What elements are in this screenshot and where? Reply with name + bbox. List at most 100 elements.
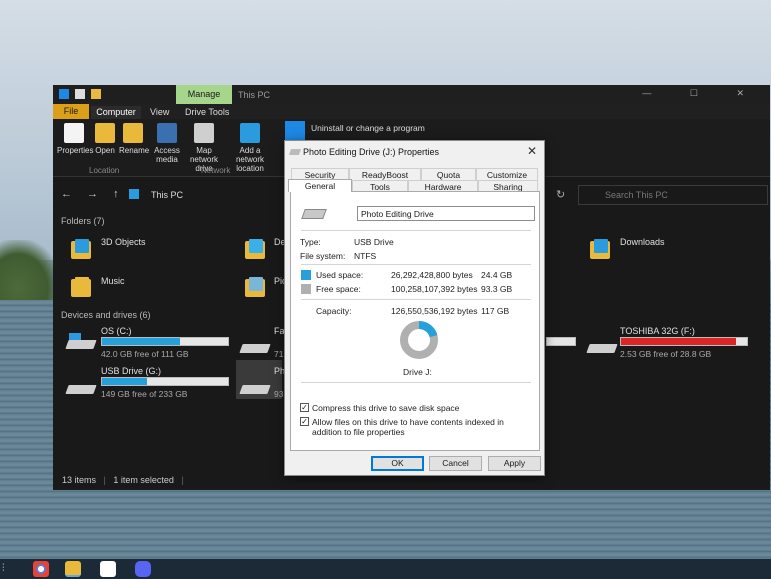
drive-free-space: 93 (274, 389, 284, 399)
group-location-label: Location (89, 166, 120, 175)
tab-drive-tools[interactable]: Drive Tools (185, 106, 229, 119)
rename-button[interactable]: Rename (119, 123, 150, 155)
drive-free-space: 149 GB free of 233 GB (101, 389, 188, 399)
properties-button[interactable]: Properties (57, 123, 94, 155)
folder-icon[interactable] (69, 235, 95, 261)
this-pc-icon (129, 189, 139, 199)
folder-label[interactable]: 3D Objects (101, 237, 146, 247)
divider (301, 230, 531, 231)
music-folder-icon[interactable] (69, 273, 95, 299)
folder-label[interactable]: Music (101, 276, 125, 286)
folder-icon[interactable] (243, 235, 269, 261)
free-space-bytes: 100,258,107,392 bytes (391, 284, 478, 294)
drive-usage-fill (102, 338, 181, 345)
explorer-titlebar[interactable]: Manage This PC — ☐ ✕ (53, 85, 770, 104)
used-space-gb: 24.4 GB (481, 270, 513, 280)
tab-customize[interactable]: Customize (476, 168, 538, 180)
ok-button[interactable]: OK (371, 456, 424, 471)
os-drive-icon[interactable] (65, 333, 97, 351)
folders-header[interactable]: Folders (7) (61, 216, 105, 226)
drive-caption: Drive J: (403, 367, 432, 377)
status-bar: 13 items | 1 item selected | (62, 475, 184, 485)
downloads-folder-icon[interactable] (588, 235, 614, 261)
divider (301, 299, 531, 300)
rename-icon (123, 123, 143, 143)
network-location-icon (240, 123, 260, 143)
access-media-icon (157, 123, 177, 143)
used-space-swatch (301, 270, 311, 280)
free-space-swatch (301, 284, 311, 294)
drive-properties-dialog: Photo Editing Drive (J:) Properties ✕ Se… (284, 140, 545, 476)
photo-drive-icon[interactable] (239, 378, 271, 396)
manage-context-tab[interactable]: Manage (176, 85, 232, 104)
properties-label: Properties (57, 146, 94, 155)
explorer-app-icon (59, 89, 69, 99)
access-media-button[interactable]: Access media (153, 123, 181, 164)
index-label: Allow files on this drive to have conten… (312, 417, 504, 437)
add-network-location-button[interactable]: Add a network location (226, 123, 274, 173)
usb-drive-icon[interactable] (65, 378, 97, 396)
window-controls[interactable]: — ☐ ✕ (642, 88, 762, 99)
drive-name[interactable]: TOSHIBA 32G (F:) (620, 326, 695, 336)
tab-quota[interactable]: Quota (421, 168, 476, 180)
tab-file[interactable]: File (53, 104, 89, 119)
drive-usage-bar (101, 337, 229, 346)
drive-free-space: 71 (274, 349, 284, 359)
drive-usage-fill (621, 338, 736, 345)
task-view-icon[interactable]: ⫶ (2, 563, 12, 575)
tab-readyboost[interactable]: ReadyBoost (349, 168, 421, 180)
devices-drives-header[interactable]: Devices and drives (6) (61, 310, 151, 320)
uninstall-program-button[interactable]: Uninstall or change a program (311, 123, 425, 133)
cancel-button[interactable]: Cancel (429, 456, 482, 471)
close-icon[interactable]: ✕ (527, 144, 537, 158)
drive-icon[interactable] (239, 337, 271, 355)
folder-label[interactable]: Downloads (620, 237, 665, 247)
drive-name[interactable]: Fa (274, 326, 285, 336)
general-tab-panel: Photo Editing Drive Type: USB Drive File… (290, 191, 540, 451)
properties-qat-icon[interactable] (75, 89, 85, 99)
drive-label-input[interactable]: Photo Editing Drive (357, 206, 535, 221)
compress-checkbox[interactable]: ✓ (300, 403, 309, 412)
index-checkbox[interactable]: ✓ (300, 417, 309, 426)
ribbon-tabs: File Computer View Drive Tools (53, 104, 770, 119)
address-path[interactable]: This PC (151, 190, 183, 200)
drive-title-icon (288, 149, 302, 155)
drive-free-space: 42.0 GB free of 111 GB (101, 349, 189, 359)
new-folder-qat-icon[interactable] (91, 89, 101, 99)
divider (301, 382, 531, 383)
capacity-label: Capacity: (316, 306, 352, 316)
quick-access-toolbar (59, 89, 101, 99)
open-folder-icon (95, 123, 115, 143)
tab-view[interactable]: View (150, 106, 169, 119)
disk-usage-donut-chart (400, 321, 438, 359)
apply-button[interactable]: Apply (488, 456, 541, 471)
tab-computer[interactable]: Computer (91, 106, 141, 119)
search-input[interactable]: Search This PC (578, 185, 768, 205)
navigation-arrows[interactable]: ← → ↑ (61, 188, 125, 200)
toshiba-drive-icon[interactable] (586, 337, 618, 355)
drive-usage-fill (102, 378, 148, 385)
drive-usage-bar (620, 337, 748, 346)
rename-label: Rename (119, 146, 150, 155)
used-space-label: Used space: (316, 270, 364, 280)
open-label: Open (95, 146, 115, 155)
drive-name[interactable]: OS (C:) (101, 326, 132, 336)
tab-general[interactable]: General (288, 179, 352, 192)
discord-icon[interactable] (135, 561, 151, 577)
pictures-folder-icon[interactable] (243, 273, 269, 299)
drive-name[interactable]: USB Drive (G:) (101, 366, 161, 376)
refresh-icon[interactable]: ↻ (556, 188, 565, 201)
dialog-title: Photo Editing Drive (J:) Properties (303, 147, 440, 157)
group-network-label: Network (201, 166, 231, 175)
map-network-drive-icon (194, 123, 214, 143)
settings-gear-icon[interactable] (285, 121, 305, 141)
status-item-count: 13 items (62, 475, 97, 485)
store-icon[interactable] (100, 561, 116, 577)
file-explorer-taskbar-icon[interactable] (65, 561, 81, 577)
open-button[interactable]: Open (94, 123, 116, 155)
drive-free-space: 2.53 GB free of 28.8 GB (620, 349, 712, 359)
capacity-bytes: 126,550,536,192 bytes (391, 306, 478, 316)
chrome-icon[interactable] (33, 561, 49, 577)
taskbar: ⫶ (0, 559, 771, 579)
drive-usage-bar (101, 377, 229, 386)
